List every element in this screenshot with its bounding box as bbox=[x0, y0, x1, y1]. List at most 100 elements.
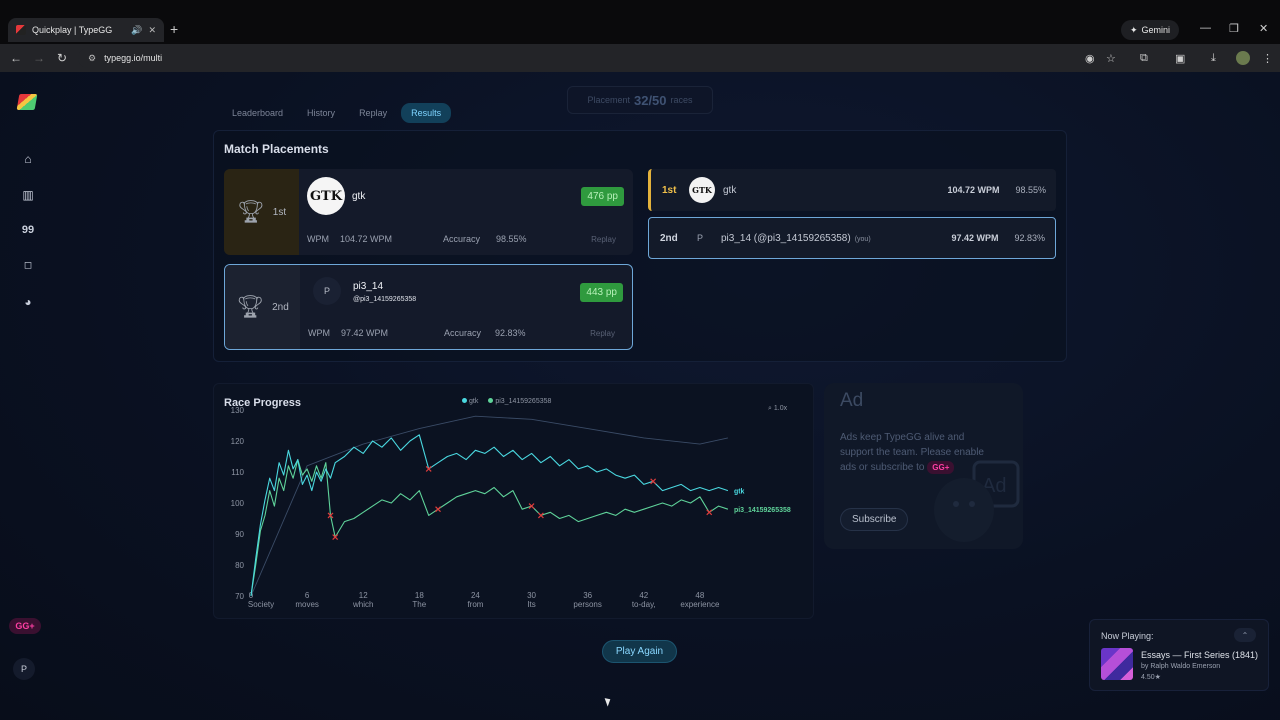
rank-label: 2nd bbox=[272, 301, 289, 313]
rank-column: 🏆︎ 1st bbox=[224, 169, 299, 255]
now-playing-title[interactable]: Essays — First Series (1841) bbox=[1141, 650, 1258, 660]
series-line bbox=[250, 415, 728, 597]
standing-avatar: GTK bbox=[689, 177, 715, 203]
back-icon[interactable]: ← bbox=[10, 51, 22, 65]
x-tick-label: 6 bbox=[305, 591, 310, 600]
chevron-up-icon[interactable]: ⌃ bbox=[1234, 628, 1256, 642]
replay-link[interactable]: Replay bbox=[590, 329, 615, 338]
speaker-icon[interactable]: 🔊 bbox=[131, 25, 142, 36]
trophy-icon: 🏆︎ bbox=[236, 199, 265, 224]
x-tick-word: persons bbox=[573, 600, 601, 609]
standing-row-first[interactable]: 1st GTK gtk 104.72 WPM 98.55% bbox=[648, 169, 1056, 211]
standing-wpm: 104.72 WPM bbox=[947, 185, 1000, 195]
download-icon[interactable]: ⤓ bbox=[1211, 52, 1216, 65]
reload-icon[interactable]: ↻ bbox=[57, 51, 67, 65]
x-tick-word: Its bbox=[527, 600, 535, 609]
book-cover bbox=[1101, 648, 1133, 680]
y-tick-label: 110 bbox=[231, 468, 244, 477]
subscribe-button[interactable]: Subscribe bbox=[840, 508, 909, 531]
standing-rank: 1st bbox=[662, 184, 677, 196]
replay-link[interactable]: Replay bbox=[591, 235, 616, 244]
series-line bbox=[250, 434, 729, 597]
tab-results[interactable]: Results bbox=[401, 103, 452, 123]
player-name[interactable]: pi3_14 bbox=[353, 281, 383, 292]
bar-chart-icon[interactable]: ▥ bbox=[20, 188, 36, 202]
typegg-favicon-icon bbox=[16, 25, 26, 35]
y-tick-label: 100 bbox=[231, 499, 245, 508]
address-bar[interactable]: ⚙ typegg.io/multi bbox=[78, 48, 1108, 68]
error-marker bbox=[537, 512, 544, 519]
x-tick-word: to-day, bbox=[632, 600, 656, 609]
series-end-label: gtk bbox=[734, 489, 745, 496]
pp-badge: 476 pp bbox=[581, 187, 624, 206]
series-end-label: pi3_14159265358 bbox=[734, 507, 791, 514]
race-progress-chart: 7080901001101201300Society6moves12which1… bbox=[231, 406, 791, 609]
new-tab-icon[interactable]: + bbox=[170, 21, 178, 37]
minimize-icon[interactable]: — bbox=[1200, 22, 1211, 34]
standing-name-text: pi3_14 (@pi3_14159265358) bbox=[721, 232, 851, 244]
standing-row-second[interactable]: 2nd P pi3_14 (@pi3_14159265358) (you) 97.… bbox=[648, 217, 1056, 259]
sidepanel-icon[interactable]: ▣ bbox=[1175, 52, 1185, 65]
ad-mascot-icon: Ad bbox=[934, 460, 1020, 542]
player-name[interactable]: gtk bbox=[352, 191, 365, 202]
avatar[interactable]: GTK bbox=[307, 177, 345, 215]
avatar[interactable]: P bbox=[313, 277, 341, 305]
accuracy-label: Accuracy bbox=[444, 328, 482, 338]
tab-replay[interactable]: Replay bbox=[349, 103, 397, 123]
x-tick-word: experience bbox=[680, 600, 720, 609]
error-marker bbox=[435, 506, 441, 513]
tab-leaderboard[interactable]: Leaderboard bbox=[222, 103, 293, 123]
play-again-button[interactable]: Play Again bbox=[602, 640, 677, 663]
series-line bbox=[250, 459, 729, 597]
browser-tab-bar: Quickplay | TypeGG 🔊 ✕ + ✦ Gemini — ❐ ✕ bbox=[0, 0, 1280, 44]
wpm-label: WPM bbox=[307, 234, 329, 244]
wpm-label: WPM bbox=[308, 328, 330, 338]
now-playing-rating: 4.50★ bbox=[1141, 674, 1161, 681]
quote-icon[interactable]: 99 bbox=[20, 224, 36, 236]
maximize-icon[interactable]: ❐ bbox=[1229, 22, 1239, 35]
home-icon[interactable]: ⌂ bbox=[20, 152, 36, 166]
placement-card-first: 🏆︎ 1st GTK gtk 476 pp WPM 104.72 WPM Acc… bbox=[224, 169, 633, 255]
eye-off-icon[interactable]: ◉ bbox=[1085, 52, 1095, 65]
x-tick-label: 36 bbox=[583, 591, 592, 600]
profile-avatar[interactable] bbox=[1236, 51, 1250, 65]
placement-label: Placement bbox=[587, 95, 630, 105]
tab-history[interactable]: History bbox=[297, 103, 345, 123]
standing-accuracy: 92.83% bbox=[1014, 233, 1045, 243]
sparkle-icon: ✦ bbox=[1130, 24, 1138, 35]
accuracy-label: Accuracy bbox=[443, 234, 481, 244]
standing-avatar: P bbox=[696, 233, 703, 243]
x-tick-word: The bbox=[412, 600, 426, 609]
standing-accuracy: 98.55% bbox=[1015, 185, 1046, 195]
x-tick-label: 12 bbox=[359, 591, 368, 600]
discord-icon[interactable]: ◕ bbox=[20, 295, 36, 309]
tab-title: Quickplay | TypeGG bbox=[32, 25, 113, 35]
forward-icon[interactable]: → bbox=[33, 51, 45, 65]
standing-name: gtk bbox=[723, 185, 947, 196]
now-playing-card: Now Playing: ⌃ Essays — First Series (18… bbox=[1089, 619, 1269, 691]
error-marker bbox=[528, 503, 535, 510]
you-tag: (you) bbox=[854, 235, 871, 243]
user-avatar[interactable]: P bbox=[13, 658, 35, 680]
gg-plus-badge[interactable]: GG+ bbox=[9, 618, 41, 634]
site-info-icon[interactable]: ⚙ bbox=[88, 53, 96, 64]
x-tick-word: moves bbox=[295, 600, 319, 609]
rank-label: 1st bbox=[272, 206, 287, 218]
bag-icon[interactable]: ◻ bbox=[20, 260, 36, 271]
x-tick-word: from bbox=[467, 600, 483, 609]
y-tick-label: 130 bbox=[231, 406, 245, 415]
typegg-logo[interactable] bbox=[16, 94, 38, 110]
placement-count: 32/50 bbox=[633, 92, 667, 108]
browser-tab[interactable]: Quickplay | TypeGG 🔊 ✕ bbox=[8, 18, 164, 42]
accuracy-value: 92.83% bbox=[495, 328, 526, 338]
extensions-icon[interactable]: ⧉ bbox=[1140, 52, 1148, 65]
y-tick-label: 80 bbox=[235, 561, 244, 570]
x-tick-label: 18 bbox=[415, 591, 424, 600]
pp-badge: 443 pp bbox=[580, 283, 623, 302]
close-tab-icon[interactable]: ✕ bbox=[148, 25, 156, 36]
gemini-button[interactable]: ✦ Gemini bbox=[1121, 20, 1180, 40]
bookmark-star-icon[interactable]: ☆ bbox=[1106, 52, 1116, 65]
close-window-icon[interactable]: ✕ bbox=[1259, 22, 1268, 35]
x-tick-word: Society bbox=[248, 600, 274, 609]
kebab-menu-icon[interactable]: ⋮ bbox=[1262, 52, 1273, 65]
